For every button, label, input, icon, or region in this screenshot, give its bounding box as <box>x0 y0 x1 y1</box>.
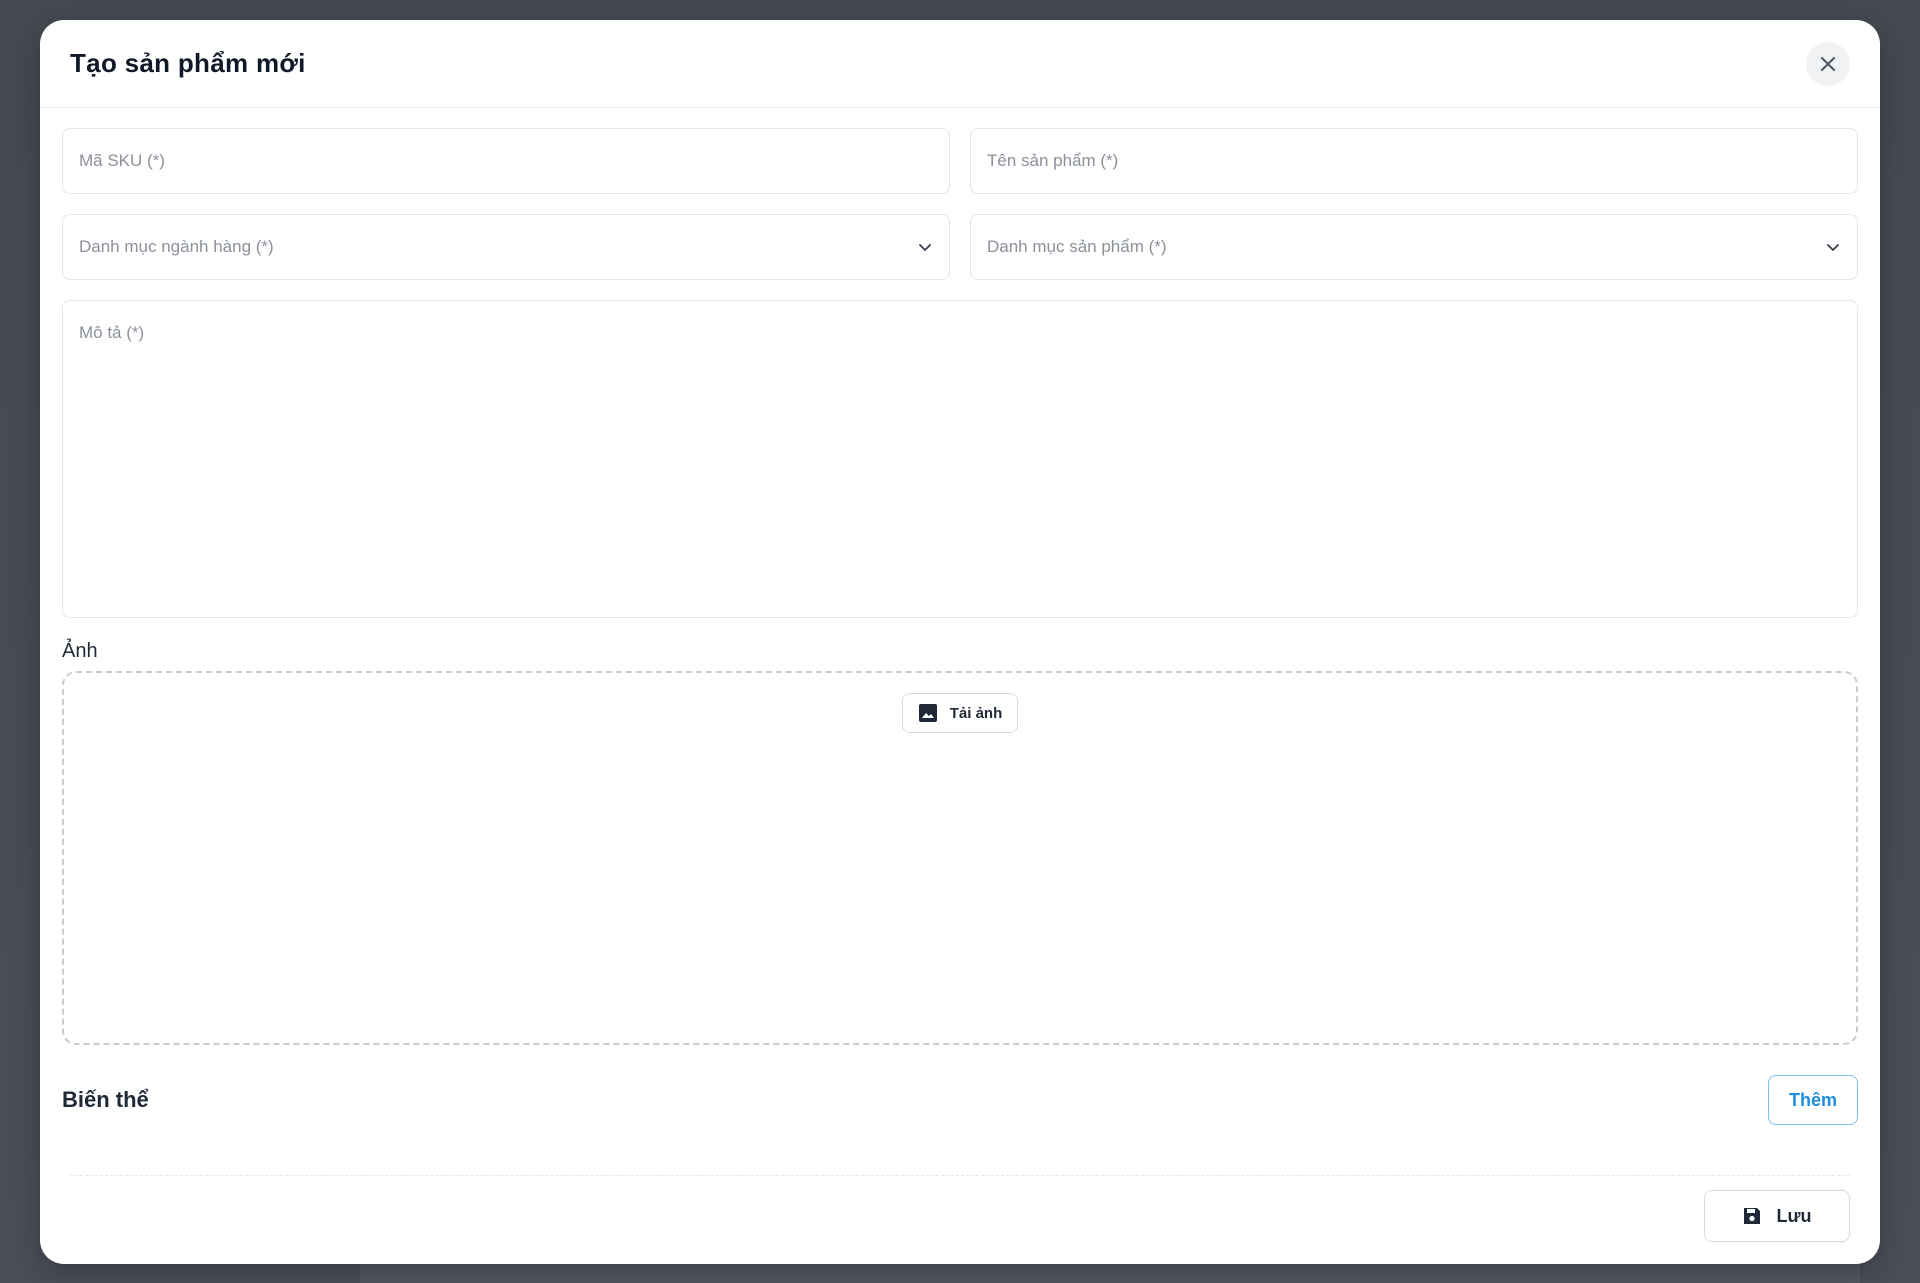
floppy-disk-icon <box>1744 1208 1761 1224</box>
sku-input[interactable] <box>79 129 933 193</box>
image-icon <box>918 704 937 722</box>
variants-section: Biến thể Thêm <box>62 1075 1858 1125</box>
image-dropzone[interactable]: Tải ảnh <box>62 671 1858 1045</box>
chevron-down-icon <box>919 244 931 251</box>
upload-image-label: Tải ảnh <box>949 704 1003 722</box>
modal-title: Tạo sản phẩm mới <box>70 48 306 78</box>
product-category-placeholder: Danh mục sản phẩm (*) <box>987 237 1167 256</box>
images-label: Ảnh <box>62 640 98 662</box>
close-icon <box>1821 56 1835 71</box>
variants-title: Biến thể <box>62 1087 149 1112</box>
product-name-field[interactable] <box>970 128 1858 194</box>
sku-field[interactable] <box>62 128 950 194</box>
industry-category-placeholder: Danh mục ngành hàng (*) <box>79 237 274 256</box>
description-field[interactable] <box>62 300 1858 618</box>
close-button[interactable] <box>1806 41 1850 86</box>
modal-footer: Lưu <box>62 1176 1858 1242</box>
form-row-identity <box>62 128 1858 194</box>
form-row-categories: Danh mục ngành hàng (*) Danh mục sản phẩ… <box>62 214 1858 280</box>
create-product-modal: Tạo sản phẩm mới Danh mục ngành hàng (*) <box>40 20 1880 1264</box>
product-category-select[interactable]: Danh mục sản phẩm (*) <box>970 214 1858 280</box>
product-name-input[interactable] <box>987 129 1841 193</box>
modal-body: Danh mục ngành hàng (*) Danh mục sản phẩ… <box>40 108 1880 1242</box>
description-textarea[interactable] <box>79 323 1841 595</box>
chevron-down-icon <box>1827 244 1839 251</box>
upload-image-button[interactable]: Tải ảnh <box>901 693 1019 733</box>
modal-header: Tạo sản phẩm mới <box>40 20 1880 108</box>
industry-category-select[interactable]: Danh mục ngành hàng (*) <box>62 214 950 280</box>
save-label: Lưu <box>1776 1205 1812 1226</box>
save-button[interactable]: Lưu <box>1704 1190 1850 1242</box>
add-variant-button[interactable]: Thêm <box>1768 1075 1858 1125</box>
